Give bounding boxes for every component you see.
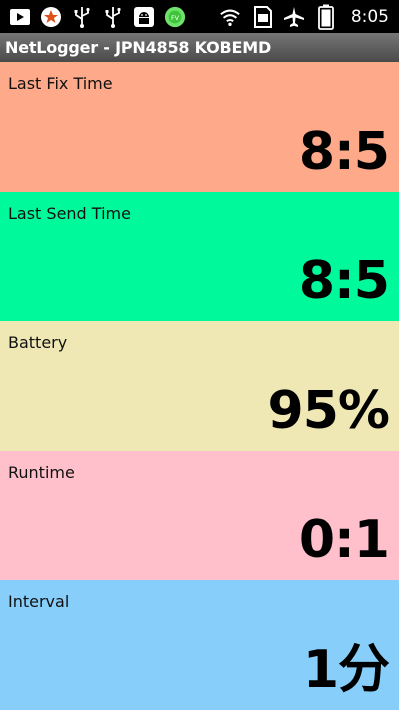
panel-last-fix-time: Last Fix Time 8:5 <box>0 62 399 192</box>
media-icon[interactable] <box>9 6 31 28</box>
system-icons: 8:05 <box>219 4 399 30</box>
usb-icon[interactable] <box>102 6 124 28</box>
panel-value: 0:1 <box>298 510 390 571</box>
battery-icon <box>315 4 337 30</box>
panel-battery: Battery 95% <box>0 321 399 451</box>
panel-label: Interval <box>8 592 70 612</box>
usb-icon[interactable] <box>71 6 93 28</box>
panel-runtime: Runtime 0:1 <box>0 450 399 581</box>
panel-label: Last Fix Time <box>8 74 113 93</box>
green-badge-icon[interactable]: FV <box>164 6 186 28</box>
app-title: NetLogger - JPN4858 KOBEMD <box>5 38 272 57</box>
sd-card-icon <box>251 5 273 28</box>
svg-text:FV: FV <box>171 13 180 21</box>
panel-value: 8:5 <box>298 251 390 312</box>
panel-label: Last Send Time <box>8 203 131 223</box>
panel-label: Runtime <box>8 462 75 482</box>
panel-value: 8:5 <box>298 121 390 182</box>
wifi-icon <box>219 6 241 28</box>
clock: 8:05 <box>350 6 389 27</box>
status-bar: FV 8:05 <box>0 0 399 33</box>
panel-value: 1分 <box>302 639 390 700</box>
airplane-mode-icon <box>283 6 305 28</box>
panel-value: 95% <box>267 380 390 441</box>
notification-icons: FV <box>0 6 186 28</box>
android-debug-icon[interactable] <box>133 6 155 28</box>
panel-last-send-time: Last Send Time 8:5 <box>0 191 399 322</box>
app-title-bar: NetLogger - JPN4858 KOBEMD <box>0 33 399 62</box>
star-notification-icon[interactable] <box>40 6 62 28</box>
info-panels: Last Fix Time 8:5 Last Send Time 8:5 Bat… <box>0 62 399 710</box>
panel-label: Battery <box>8 333 68 353</box>
panel-interval: Interval 1分 <box>0 580 399 710</box>
